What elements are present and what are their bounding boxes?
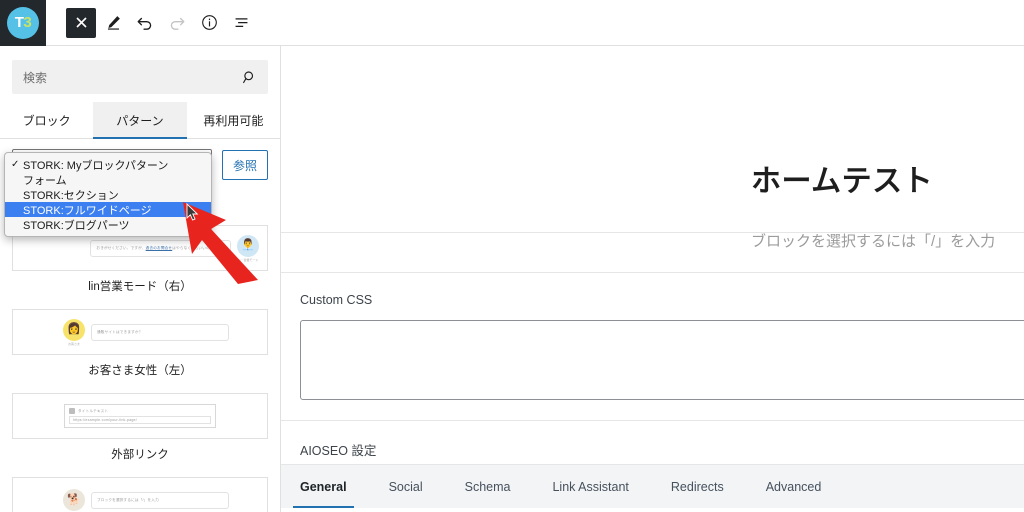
panel-divider <box>281 232 1024 233</box>
post-title[interactable]: ホームテスト <box>751 156 933 200</box>
bubble-text: ブロックを選択するには「/」を入力 <box>97 497 159 502</box>
link-card-url: https://example.com/your-link-page/ <box>73 418 137 422</box>
check-icon: ✓ <box>11 159 20 170</box>
link-preview-card: タイトルテキスト https://example.com/your-link-p… <box>64 404 216 428</box>
tab-redirects[interactable]: Redirects <box>671 465 724 509</box>
dropdown-option-label: STORK: Myブロックパターン <box>23 159 169 172</box>
dropdown-option-label: STORK:ブログパーツ <box>23 219 130 232</box>
pattern-label: 外部リンク <box>111 449 169 461</box>
dropdown-option[interactable]: フォーム <box>5 172 211 187</box>
aioseo-settings-label: AIOSEO 設定 <box>300 444 377 458</box>
block-placeholder-text[interactable]: ブロックを選択するには「/」を入力 <box>751 230 995 251</box>
undo-icon[interactable] <box>130 8 160 38</box>
tab-advanced[interactable]: Advanced <box>766 465 822 509</box>
info-icon[interactable] <box>194 8 224 38</box>
dropdown-option-label: STORK:セクション <box>23 189 119 202</box>
edit-pencil-icon[interactable] <box>98 8 128 38</box>
logo-letter-primary: T <box>14 14 24 31</box>
site-logo: T3 <box>7 6 39 39</box>
aioseo-tab-panel <box>281 508 1024 512</box>
avatar: 🐕 <box>63 489 85 511</box>
pattern-label: お客さま女性（左） <box>88 365 192 377</box>
bubble-link: 過去のお問合せ <box>145 245 173 250</box>
inserter-tabs: ブロック パターン 再利用可能 <box>0 102 280 139</box>
search-placeholder: 検索 <box>23 70 48 85</box>
chat-bubble: 通販サイトはできますか？ <box>91 323 229 341</box>
tab-social[interactable]: Social <box>389 465 423 509</box>
aioseo-tabs: General Social Schema Link Assistant Red… <box>281 464 1024 509</box>
bubble-text: 通販サイトはできますか？ <box>97 329 143 334</box>
tab-link-assistant[interactable]: Link Assistant <box>552 465 628 509</box>
search-input[interactable]: 検索 <box>12 60 268 94</box>
close-icon[interactable] <box>66 7 96 38</box>
dropdown-option[interactable]: ✓ STORK: Myブロックパターン <box>5 157 211 172</box>
tab-patterns[interactable]: パターン <box>93 102 187 139</box>
avatar-caption: お客さま <box>67 341 80 346</box>
search-icon <box>242 70 257 85</box>
dropdown-option-label: フォーム <box>23 174 67 187</box>
pattern-preview-card[interactable]: 🐕 ブロックを選択するには「/」を入力 <box>12 477 268 512</box>
search-area: 検索 <box>0 46 280 94</box>
tab-general[interactable]: General <box>293 465 354 509</box>
custom-css-label: Custom CSS <box>300 293 373 307</box>
site-logo-button[interactable]: T3 <box>0 0 46 46</box>
panel-divider <box>281 420 1024 421</box>
redo-icon[interactable] <box>162 8 192 38</box>
pattern-preview-card[interactable]: 👩 お客さま 通販サイトはできますか？ <box>12 309 268 355</box>
tab-schema[interactable]: Schema <box>465 465 511 509</box>
dropdown-option-label: STORK:フルワイドページ <box>23 204 152 217</box>
link-badge-icon <box>69 408 75 414</box>
panel-divider <box>281 272 1024 273</box>
avatar: 👩 <box>63 318 85 341</box>
custom-css-textarea[interactable] <box>300 320 1024 400</box>
tab-reusable[interactable]: 再利用可能 <box>186 102 280 138</box>
list-view-icon[interactable] <box>226 8 256 38</box>
pattern-preview-card[interactable]: タイトルテキスト https://example.com/your-link-p… <box>12 393 268 439</box>
logo-letter-accent: 3 <box>23 14 32 31</box>
top-toolbar: T3 <box>0 0 1024 46</box>
link-card-title: タイトルテキスト <box>78 408 109 413</box>
toolbar-icon-group <box>66 7 256 38</box>
mouse-cursor-icon <box>186 202 199 222</box>
bubble-text: おきがせください、ですが、 <box>96 245 146 250</box>
post-editor-canvas: ホームテスト ブロックを選択するには「/」を入力 Custom CSS AIOS… <box>281 46 1024 512</box>
browse-button[interactable]: 参照 <box>221 150 268 180</box>
chat-bubble: ブロックを選択するには「/」を入力 <box>91 491 229 509</box>
tab-blocks[interactable]: ブロック <box>0 102 94 138</box>
